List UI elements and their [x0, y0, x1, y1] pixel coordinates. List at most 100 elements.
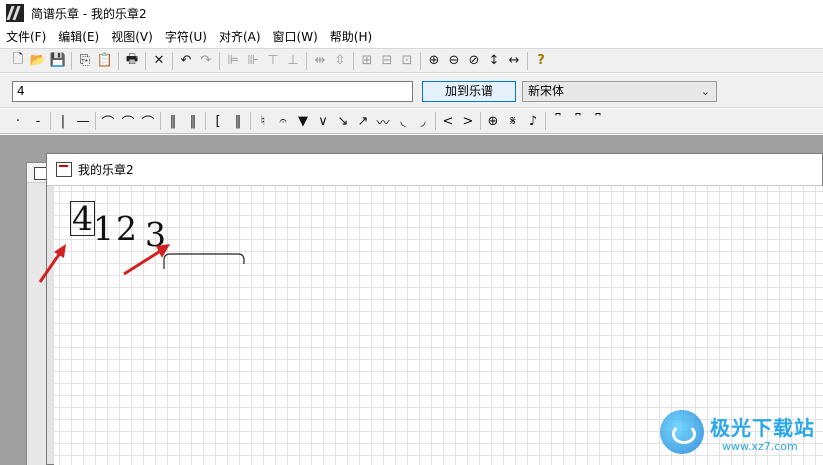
toolbar-separator [306, 51, 307, 70]
dot-symbol-icon[interactable]: · [8, 111, 28, 131]
eighth-note-icon[interactable]: ♪ [523, 111, 543, 131]
segno-icon[interactable]: 𝄋 [503, 111, 523, 131]
app-logo-icon [6, 4, 24, 22]
menu-align[interactable]: 对齐(A) [213, 27, 267, 47]
symbol-separator [205, 112, 206, 130]
score-note-selected[interactable]: 4 [70, 201, 95, 236]
curve-right-icon[interactable]: ◞ [413, 111, 433, 131]
arrow-down-right-icon[interactable]: ↘ [333, 111, 353, 131]
copy-icon[interactable]: ⎘ [75, 51, 95, 71]
delete-icon[interactable]: ✕ [149, 51, 169, 71]
toolbar-separator [71, 51, 72, 70]
ending-bracket-mid-icon[interactable]: ⎴ [568, 111, 588, 131]
tie-arc-icon[interactable]: ⌒ [98, 111, 118, 131]
symbol-separator [545, 112, 546, 130]
symbol-separator [480, 112, 481, 130]
menu-view[interactable]: 视图(V) [105, 27, 159, 47]
tie-left-icon[interactable]: ⌒ [118, 111, 138, 131]
font-select[interactable]: 新宋体 ⌄ [522, 81, 717, 102]
symbol-separator [50, 112, 51, 130]
ending-bracket-end-icon[interactable]: ⎴ [588, 111, 608, 131]
menu-file[interactable]: 文件(F) [0, 27, 52, 47]
paste-icon[interactable]: 📋 [95, 51, 115, 71]
symbol-separator [250, 112, 251, 130]
down-triangle-icon[interactable]: ▼ [293, 111, 313, 131]
menu-edit[interactable]: 编辑(E) [52, 27, 105, 47]
symbol-toolbar: · - | — ⌒ ⌒ ⌒ ‖ ‖ [ ‖ ♮ 𝄐 ▼ ∨ ↘ ↗ 〰 ◟ ◞ … [0, 109, 823, 134]
zoom-in-icon[interactable]: ⊕ [424, 51, 444, 71]
long-dash-icon[interactable]: — [73, 111, 93, 131]
group-icon[interactable]: ⊞ [357, 51, 377, 71]
repeat-start-icon[interactable]: ‖ [163, 111, 183, 131]
align-bottom-icon[interactable]: ⊥ [283, 51, 303, 71]
help-icon[interactable]: ? [531, 51, 551, 71]
document-title: 我的乐章2 [78, 163, 134, 177]
coda-icon[interactable]: ⊕ [483, 111, 503, 131]
toolbar-separator [353, 51, 354, 70]
toolbar-separator [420, 51, 421, 70]
zoom-fit-icon[interactable]: ⊘ [464, 51, 484, 71]
repeat-end-icon[interactable]: ‖ [183, 111, 203, 131]
tie-bracket[interactable] [162, 252, 246, 270]
frame-icon[interactable]: ⊡ [397, 51, 417, 71]
ungroup-icon[interactable]: ⊟ [377, 51, 397, 71]
toolbar-separator [527, 51, 528, 70]
print-icon[interactable]: 🖶 [122, 51, 142, 71]
dash-symbol-icon[interactable]: - [28, 111, 48, 131]
menu-bar: 文件(F) 编辑(E) 视图(V) 字符(U) 对齐(A) 窗口(W) 帮助(H… [0, 27, 823, 47]
text-input[interactable]: 4 [12, 81, 413, 102]
toolbar-separator [172, 51, 173, 70]
menu-window[interactable]: 窗口(W) [267, 27, 324, 47]
input-toolbar: 4 加到乐谱 新宋体 ⌄ [0, 74, 823, 108]
ending-bracket-icon[interactable]: ⎴ [548, 111, 568, 131]
toolbar-separator [145, 51, 146, 70]
watermark-logo-icon [660, 410, 704, 454]
annotation-arrow-icon [38, 244, 66, 283]
wavy-line-icon[interactable]: 〰 [373, 111, 393, 131]
watermark: 极光下载站 www.xz7.com [660, 410, 820, 460]
align-right-icon[interactable]: ⊪ [243, 51, 263, 71]
toolbar-separator [219, 51, 220, 70]
document-titlebar[interactable]: 我的乐章2 [47, 154, 822, 186]
menu-character[interactable]: 字符(U) [159, 27, 213, 47]
crescendo-icon[interactable]: < [438, 111, 458, 131]
align-top-icon[interactable]: ⊤ [263, 51, 283, 71]
menu-help[interactable]: 帮助(H) [324, 27, 378, 47]
align-left-icon[interactable]: ⊫ [223, 51, 243, 71]
space-horizontal-icon[interactable]: ⇹ [310, 51, 330, 71]
double-bar-icon[interactable]: ‖ [228, 111, 248, 131]
natural-sign-icon[interactable]: ♮ [253, 111, 273, 131]
tie-right-icon[interactable]: ⌒ [138, 111, 158, 131]
fit-height-icon[interactable]: ↕ [484, 51, 504, 71]
redo-icon[interactable]: ↷ [196, 51, 216, 71]
toolbar-separator [118, 51, 119, 70]
save-icon[interactable]: 💾 [48, 51, 68, 71]
standard-toolbar: 🗋 📂 💾 ⎘ 📋 🖶 ✕ ↶ ↷ ⊫ ⊪ ⊤ ⊥ ⇹ ⇳ ⊞ ⊟ ⊡ ⊕ ⊖ … [0, 48, 823, 73]
score-note[interactable]: 1 [93, 212, 114, 245]
watermark-brand: 极光下载站 [710, 416, 815, 440]
symbol-separator [95, 112, 96, 130]
document-icon [56, 162, 72, 177]
open-folder-icon[interactable]: 📂 [28, 51, 48, 71]
symbol-separator [160, 112, 161, 130]
watermark-url: www.xz7.com [722, 440, 798, 453]
fit-width-icon[interactable]: ↔ [504, 51, 524, 71]
annotation-arrow-icon [123, 244, 170, 276]
symbol-separator [435, 112, 436, 130]
font-select-value: 新宋体 [528, 84, 565, 98]
decrescendo-icon[interactable]: > [458, 111, 478, 131]
curve-left-icon[interactable]: ◟ [393, 111, 413, 131]
title-bar: 简谱乐章 - 我的乐章2 [0, 0, 823, 26]
zoom-out-icon[interactable]: ⊖ [444, 51, 464, 71]
new-file-icon[interactable]: 🗋 [8, 51, 28, 71]
chevron-down-icon: ⌄ [700, 85, 710, 98]
space-vertical-icon[interactable]: ⇳ [330, 51, 350, 71]
bar-line-icon[interactable]: | [53, 111, 73, 131]
arrow-up-right-icon[interactable]: ↗ [353, 111, 373, 131]
undo-icon[interactable]: ↶ [176, 51, 196, 71]
window-title: 简谱乐章 - 我的乐章2 [31, 6, 147, 21]
bracket-icon[interactable]: [ [208, 111, 228, 131]
add-to-score-button[interactable]: 加到乐谱 [422, 81, 516, 102]
v-mark-icon[interactable]: ∨ [313, 111, 333, 131]
fermata-icon[interactable]: 𝄐 [273, 111, 293, 131]
